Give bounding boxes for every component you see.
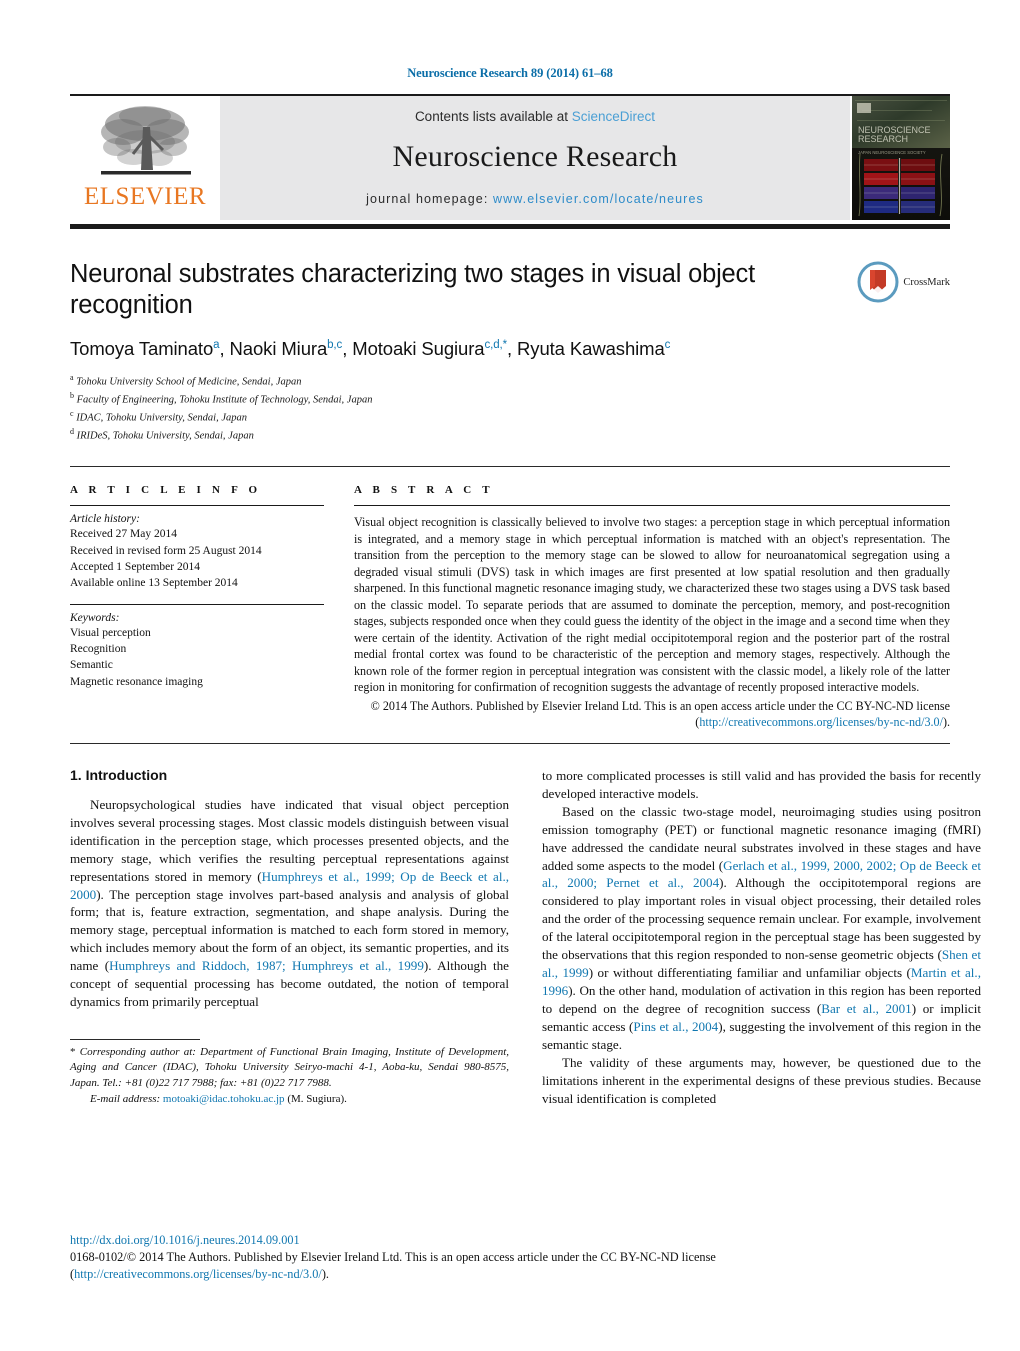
affiliation-text: Tohoku University School of Medicine, Se… [76,376,302,388]
abstract-copyright: © 2014 The Authors. Published by Elsevie… [354,698,950,731]
affiliation-text: Faculty of Engineering, Tohoku Institute… [76,394,373,406]
article-history-label: Article history: [70,513,140,526]
journal-masthead: ELSEVIER Contents lists available at Sci… [70,96,950,220]
affiliation-item: d IRIDeS, Tohoku University, Sendai, Jap… [70,426,950,444]
email-link[interactable]: motoaki@idac.tohoku.ac.jp [163,1093,285,1105]
citation-link[interactable]: Humphreys and Riddoch, 1987; Humphreys e… [109,958,424,973]
copyright-suffix: ). [942,715,950,730]
paragraph: The validity of these arguments may, how… [542,1054,981,1108]
elsevier-wordmark: ELSEVIER [83,183,207,210]
email-label: E-mail address: [90,1093,161,1106]
keyword-item: Recognition [70,642,127,655]
email-note: E-mail address: motoaki@idac.tohoku.ac.j… [70,1092,509,1107]
history-item: Received 27 May 2014 [70,528,177,541]
journal-title: Neuroscience Research [392,139,678,173]
text-run: The validity of these arguments may, how… [542,1054,981,1106]
text-run: to more complicated processes is still v… [542,767,981,801]
publisher-logo: ELSEVIER [70,96,220,220]
affiliation-text: IDAC, Tohoku University, Sendai, Japan [76,412,247,424]
paragraph: Neuropsychological studies have indicate… [70,796,509,1011]
crossmark-badge[interactable]: CrossMark [857,261,950,303]
sciencedirect-link[interactable]: ScienceDirect [572,109,655,124]
footnote-marker: * [70,1046,76,1059]
citation-link[interactable]: Pins et al., 2004 [633,1019,718,1034]
affiliation-item: a Tohoku University School of Medicine, … [70,372,950,390]
abstract-heading: A B S T R A C T [354,484,494,497]
footnote-rule [70,1039,200,1041]
svg-text:JAPAN NEUROSCIENCE SOCIETY: JAPAN NEUROSCIENCE SOCIETY [858,150,926,155]
author-list: Tomoya Taminatoa, Naoki Miurab,c, Motoak… [70,338,671,360]
journal-banner: Contents lists available at ScienceDirec… [220,96,850,220]
abstract-column: A B S T R A C T Visual object recognitio… [342,484,950,731]
affiliation-item: b Faculty of Engineering, Tohoku Institu… [70,390,950,408]
footnote-block: * Corresponding author at: Department of… [70,1039,509,1108]
article-history-group: Article history: Received 27 May 2014 Re… [70,506,324,603]
affiliation-text: IRIDeS, Tohoku University, Sendai, Japan [76,430,254,442]
abstract-text: Visual object recognition is classically… [354,515,950,695]
doi-link[interactable]: http://dx.doi.org/10.1016/j.neures.2014.… [70,1233,950,1248]
history-item: Received in revised form 25 August 2014 [70,544,262,557]
email-suffix: (M. Sugiura). [287,1093,347,1106]
article-page: Neuroscience Research 89 (2014) 61–68 EL… [0,0,1020,1351]
contents-prefix: Contents lists available at [414,108,572,124]
affiliation-marker: a [70,373,74,383]
keywords-group: Keywords: Visual perception Recognition … [70,605,324,702]
affiliation-marker: b [70,391,74,401]
homepage-prefix: journal homepage: [366,191,493,206]
license-url-line: (http://creativecommons.org/licenses/by-… [70,1266,950,1283]
license-link[interactable]: http://creativecommons.org/licenses/by-n… [699,715,943,729]
creativecommons-link[interactable]: http://creativecommons.org/licenses/by-n… [74,1267,322,1281]
citation-link[interactable]: Bar et al., 2001 [821,1001,911,1016]
title-block: CrossMark Neuronal substrates characteri… [70,259,950,444]
abstract-divider [70,742,950,744]
history-item: Accepted 1 September 2014 [70,561,200,573]
license-footer: http://dx.doi.org/10.1016/j.neures.2014.… [70,1233,950,1283]
body-columns: 1. Introduction Neuropsychological studi… [70,767,981,1108]
running-head: Neuroscience Research 89 (2014) 61–68 [407,66,613,80]
elsevier-tree-icon [100,106,191,175]
crossmark-label: CrossMark [903,276,950,288]
keywords-label: Keywords: [70,611,120,624]
history-item: Available online 13 September 2014 [70,577,238,590]
crossmark-icon [857,261,899,303]
keyword-item: Magnetic resonance imaging [70,675,203,688]
affiliation-list: a Tohoku University School of Medicine, … [70,372,950,444]
affiliation-marker: c [70,409,74,419]
corresponding-author-text: Corresponding author at: Department of F… [70,1046,509,1089]
text-run: ) or without differentiating familiar an… [588,965,911,981]
section-heading-introduction: 1. Introduction [70,766,168,783]
keyword-item: Semantic [70,659,113,672]
corresponding-author-note: * Corresponding author at: Department of… [70,1045,509,1091]
paragraph: to more complicated processes is still v… [542,767,981,803]
svg-text:RESEARCH: RESEARCH [858,134,908,144]
contents-available-line: Contents lists available at ScienceDirec… [415,109,655,124]
journal-cover-thumbnail: NEUROSCIENCE RESEARCH JAPAN NEUROSCIENCE… [850,96,950,220]
affiliation-marker: d [70,427,74,437]
page-title: Neuronal substrates characterizing two s… [70,260,755,320]
paragraph: Based on the classic two-stage model, ne… [542,803,981,1054]
journal-homepage-line: journal homepage: www.elsevier.com/locat… [366,192,704,206]
journal-cover-image: NEUROSCIENCE RESEARCH JAPAN NEUROSCIENCE… [852,96,950,220]
keyword-item: Visual perception [70,626,151,639]
license-close-paren: ). [321,1266,329,1281]
masthead-bottom-rule [70,224,950,229]
body-column-right: to more complicated processes is still v… [542,767,981,1108]
article-info-column: A R T I C L E I N F O Article history: R… [70,484,342,731]
license-statement: 0168-0102/© 2014 The Authors. Published … [70,1249,716,1264]
article-info-heading: A R T I C L E I N F O [70,484,262,497]
journal-homepage-link[interactable]: www.elsevier.com/locate/neures [493,192,704,206]
body-column-left: 1. Introduction Neuropsychological studi… [70,767,509,1108]
affiliation-item: c IDAC, Tohoku University, Sendai, Japan [70,408,950,426]
info-abstract-section: A R T I C L E I N F O Article history: R… [70,467,950,731]
